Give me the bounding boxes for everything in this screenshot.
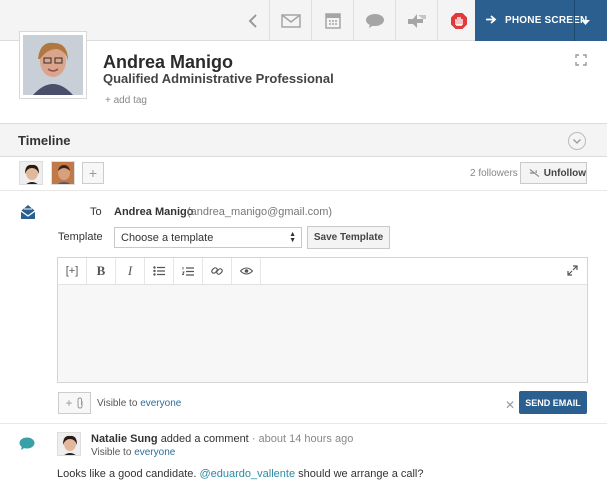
link-icon[interactable] [203, 258, 232, 284]
add-tag-link[interactable]: + add tag [105, 95, 147, 106]
top-toolbar: PHONE SCREEN [0, 0, 607, 41]
arrow-right-icon [486, 14, 497, 27]
candidate-title: Qualified Administrative Professional [103, 71, 334, 86]
comment-author[interactable]: Natalie Sung [91, 433, 158, 445]
mail-icon[interactable] [269, 0, 311, 41]
comment-activity-icon [19, 437, 35, 454]
visibility-link[interactable]: everyone [140, 398, 181, 409]
divider [0, 423, 607, 424]
thumbs-icon[interactable] [395, 0, 437, 41]
paperclip-icon [77, 397, 82, 409]
comment-time: · about 14 hours ago [251, 433, 354, 445]
insert-placeholder-button[interactable]: [+] [58, 258, 87, 284]
button-divider [574, 0, 575, 41]
bullet-list-icon[interactable] [145, 258, 174, 284]
comment-text: Looks like a good candidate. @eduardo_va… [57, 468, 424, 480]
mention-link[interactable]: @eduardo_vallente [200, 468, 296, 480]
comment-icon[interactable] [353, 0, 395, 41]
unfollow-label: Unfollow [543, 167, 586, 179]
email-activity-icon [20, 204, 36, 223]
comment-text-after: should we arrange a call? [298, 468, 424, 480]
followers-count: 2 followers [470, 168, 518, 179]
chevron-down-icon[interactable] [568, 132, 586, 150]
fullscreen-icon[interactable] [575, 54, 587, 69]
candidate-avatar [19, 31, 87, 99]
recipient-name: Andrea Manigo [114, 206, 194, 218]
recipient-email: (andrea_manigo@gmail.com) [187, 206, 333, 218]
follower-avatar[interactable] [19, 161, 43, 185]
timeline-title: Timeline [18, 133, 71, 148]
stop-icon[interactable] [437, 0, 479, 41]
expand-editor-icon[interactable] [567, 265, 578, 279]
comment-action: added a comment [160, 433, 249, 445]
bold-button[interactable]: B [87, 258, 116, 284]
numbered-list-icon[interactable] [174, 258, 203, 284]
attach-button[interactable]: + [58, 392, 91, 414]
comment-visibility-prefix: Visible to [91, 447, 132, 458]
followers-row: + 2 followers Unfollow [0, 157, 607, 191]
calendar-icon[interactable] [311, 0, 353, 41]
candidate-name: Andrea Manigo [103, 52, 234, 72]
template-label: Template [58, 231, 103, 243]
commenter-avatar[interactable] [57, 432, 81, 456]
email-visibility: Visible to everyone [97, 398, 181, 409]
comment-header: Natalie Sung added a comment · about 14 … [91, 433, 353, 445]
to-label: To [90, 206, 102, 218]
back-icon[interactable] [232, 0, 274, 41]
template-select-value: Choose a template [121, 231, 214, 244]
follower-avatar[interactable] [51, 161, 75, 185]
select-arrows-icon: ▲ ▼ [289, 231, 296, 244]
preview-eye-icon[interactable] [232, 258, 261, 284]
email-editor: [+] B I [57, 257, 588, 383]
template-select[interactable]: Choose a template ▲ ▼ [114, 227, 302, 248]
attach-plus-label: + [65, 396, 73, 410]
send-email-button[interactable]: SEND EMAIL [519, 391, 587, 414]
comment-visibility: Visible to everyone [91, 447, 175, 458]
add-follower-button[interactable]: + [82, 162, 104, 184]
caret-down-icon[interactable] [581, 18, 590, 29]
phone-screen-button[interactable]: PHONE SCREEN [475, 0, 607, 41]
unfollow-button[interactable]: Unfollow [520, 162, 587, 184]
close-icon[interactable]: ✕ [505, 398, 515, 412]
italic-button[interactable]: I [116, 258, 145, 284]
phone-screen-label: PHONE SCREEN [505, 15, 588, 26]
candidate-photo [23, 35, 83, 95]
email-body-input[interactable] [58, 285, 587, 382]
unfollow-icon [529, 168, 540, 178]
timeline-header: Timeline [0, 123, 607, 157]
comment-visibility-link[interactable]: everyone [134, 447, 175, 458]
visibility-prefix: Visible to [97, 398, 138, 409]
editor-toolbar: [+] B I [58, 258, 587, 285]
comment-text-before: Looks like a good candidate. [57, 468, 197, 480]
save-template-button[interactable]: Save Template [307, 226, 390, 249]
